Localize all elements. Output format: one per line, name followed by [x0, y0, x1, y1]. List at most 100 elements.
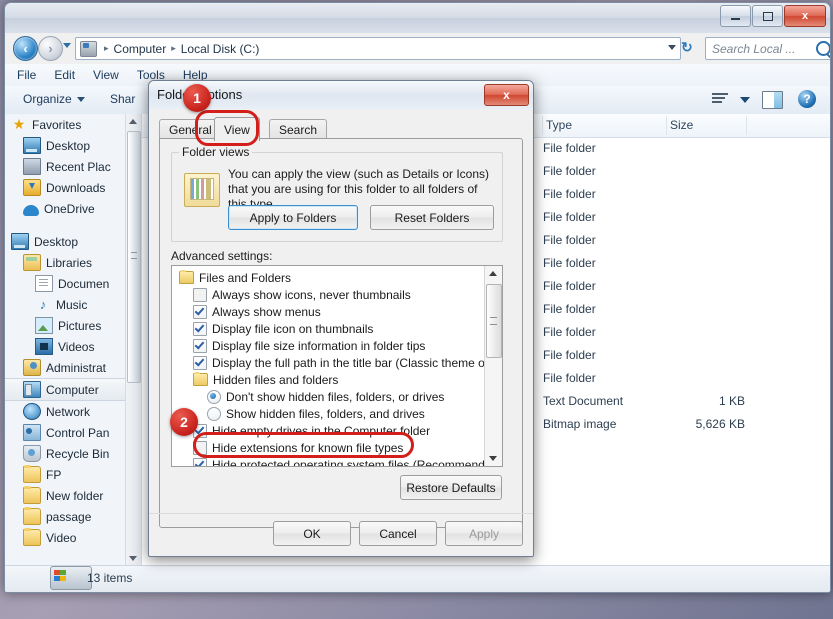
menu-file[interactable]: File	[17, 68, 36, 82]
back-button[interactable]: ‹	[13, 36, 38, 61]
checkbox-display-file-icon-on-thumbnails[interactable]	[193, 321, 207, 336]
search-input[interactable]: Search Local ...	[705, 37, 830, 60]
advanced-item-label: Always show icons, never thumbnails	[212, 287, 411, 302]
maximize-button[interactable]	[752, 5, 783, 27]
address-bar[interactable]: ▸ Computer ▸ Local Disk (C:)	[75, 37, 681, 60]
cell-type: File folder	[543, 210, 596, 224]
annotation-marker-2: 2	[170, 408, 198, 436]
checkbox-display-the-full-path-in-the-title-bar-classic-theme-only[interactable]	[193, 355, 207, 370]
organize-button[interactable]: Organize	[23, 92, 85, 106]
sidebar-item-label: Control Pan	[46, 425, 110, 440]
sidebar-item-fp[interactable]: FP	[5, 464, 141, 485]
breadcrumb-local-disk[interactable]: Local Disk (C:)	[181, 42, 260, 56]
sidebar-item-label: Computer	[46, 382, 99, 397]
sidebar-item-onedrive[interactable]: OneDrive	[5, 198, 141, 219]
sidebar-item-computer[interactable]: Computer	[5, 378, 141, 401]
sidebar-item-new-folder[interactable]: New folder	[5, 485, 141, 506]
computer-icon	[23, 381, 41, 398]
share-button[interactable]: Shar	[110, 92, 135, 106]
sidebar-item-music[interactable]: ♪ Music	[5, 294, 141, 315]
window-controls: x	[720, 5, 826, 27]
cell-type: File folder	[543, 325, 596, 339]
advanced-item-display-the-full-path-in-the-title-bar-classic-theme-only[interactable]: Display the full path in the title bar (…	[176, 354, 502, 371]
preview-pane-icon[interactable]	[762, 91, 783, 109]
advanced-item-label: Files and Folders	[199, 270, 292, 285]
cancel-button[interactable]: Cancel	[359, 521, 437, 546]
minimize-button[interactable]	[720, 5, 751, 27]
tab-search[interactable]: Search	[269, 119, 328, 140]
checkbox-display-file-size-information-in-folder-tips[interactable]	[193, 338, 207, 353]
advanced-item-don-t-show-hidden-files-folders-or-drives[interactable]: Don't show hidden files, folders, or dri…	[176, 388, 502, 405]
radio-show-hidden-files-folders-and-drives[interactable]	[207, 406, 221, 421]
scrollbar-thumb[interactable]	[486, 284, 502, 358]
sidebar-item-label: Network	[46, 404, 91, 419]
sidebar-item-control-pan[interactable]: Control Pan	[5, 422, 141, 443]
close-button[interactable]: x	[784, 5, 826, 27]
column-header-size[interactable]: Size	[670, 118, 693, 132]
advanced-scrollbar[interactable]	[484, 266, 502, 466]
advanced-item-show-hidden-files-folders-and-drives[interactable]: Show hidden files, folders, and drives	[176, 405, 502, 422]
chevron-down-icon[interactable]	[668, 45, 676, 50]
sidebar-item-administrat[interactable]: Administrat	[5, 357, 141, 378]
refresh-button[interactable]: ↻	[681, 39, 693, 56]
sidebar-item-video[interactable]: Video	[5, 527, 141, 548]
folder-options-dialog: Folder Options x General View Search Fol…	[148, 80, 534, 557]
menu-edit[interactable]: Edit	[54, 68, 75, 82]
restore-defaults-button[interactable]: Restore Defaults	[400, 475, 502, 500]
cell-type: File folder	[543, 141, 596, 155]
forward-button[interactable]: ›	[38, 36, 63, 61]
column-divider[interactable]	[542, 116, 543, 135]
document-icon	[35, 275, 53, 292]
reset-folders-button[interactable]: Reset Folders	[370, 205, 494, 230]
sidebar-item-downloads[interactable]: Downloads	[5, 177, 141, 198]
sidebar-item-label: Desktop	[46, 138, 91, 153]
folder-view-icon	[184, 173, 220, 207]
column-header-type[interactable]: Type	[546, 118, 572, 132]
navigation-scrollbar[interactable]	[125, 114, 141, 566]
checkbox-hide-protected-operating-system-files-recommended[interactable]	[193, 457, 207, 466]
scroll-down-icon[interactable]	[129, 556, 137, 561]
advanced-item-display-file-size-information-in-folder-tips[interactable]: Display file size information in folder …	[176, 337, 502, 354]
breadcrumb-computer[interactable]: Computer	[114, 42, 167, 56]
sidebar-item-label: OneDrive	[44, 201, 95, 216]
recycle-bin-icon	[23, 445, 41, 462]
sidebar-item-recent-plac[interactable]: Recent Plac	[5, 156, 141, 177]
apply-to-folders-button[interactable]: Apply to Folders	[228, 205, 358, 230]
sidebar-item-favorites[interactable]: ★ Favorites	[5, 114, 141, 135]
list-view-icon[interactable]	[712, 93, 732, 107]
checkbox-always-show-menus[interactable]	[193, 304, 207, 319]
sidebar-item-passage[interactable]: passage	[5, 506, 141, 527]
cell-type: File folder	[543, 256, 596, 270]
sidebar-item-libraries[interactable]: Libraries	[5, 252, 141, 273]
ok-button[interactable]: OK	[273, 521, 351, 546]
sidebar-item-recycle-bin[interactable]: Recycle Bin	[5, 443, 141, 464]
recent-pages-dropdown-icon[interactable]	[63, 43, 71, 48]
scrollbar-thumb[interactable]	[127, 131, 141, 383]
search-placeholder: Search Local ...	[712, 41, 796, 56]
sidebar-item-label: FP	[46, 467, 62, 482]
checkbox-always-show-icons-never-thumbnails[interactable]	[193, 287, 207, 302]
dialog-close-button[interactable]: x	[484, 84, 529, 106]
chevron-down-icon[interactable]	[740, 97, 750, 103]
cell-size: 1 KB	[718, 394, 745, 408]
sidebar-item-videos[interactable]: Videos	[5, 336, 141, 357]
advanced-item-always-show-icons-never-thumbnails[interactable]: Always show icons, never thumbnails	[176, 286, 502, 303]
advanced-item-display-file-icon-on-thumbnails[interactable]: Display file icon on thumbnails	[176, 320, 502, 337]
scroll-up-icon[interactable]	[129, 119, 137, 124]
sidebar-item-pictures[interactable]: Pictures	[5, 315, 141, 336]
help-icon[interactable]: ?	[798, 90, 816, 108]
menu-view[interactable]: View	[93, 68, 119, 82]
apply-button[interactable]: Apply	[445, 521, 523, 546]
status-bar: 13 items	[5, 565, 830, 592]
advanced-item-always-show-menus[interactable]: Always show menus	[176, 303, 502, 320]
column-divider[interactable]	[746, 116, 747, 135]
sidebar-item-documen[interactable]: Documen	[5, 273, 141, 294]
radio-don-t-show-hidden-files-folders-or-drives[interactable]	[207, 389, 221, 404]
monitor-icon	[23, 137, 41, 154]
sidebar-item-desktop[interactable]: Desktop	[5, 135, 141, 156]
scroll-up-icon[interactable]	[489, 271, 497, 276]
sidebar-item-desktop[interactable]: Desktop	[5, 231, 141, 252]
column-divider[interactable]	[666, 116, 667, 135]
scroll-down-icon[interactable]	[489, 456, 497, 461]
sidebar-item-network[interactable]: Network	[5, 401, 141, 422]
